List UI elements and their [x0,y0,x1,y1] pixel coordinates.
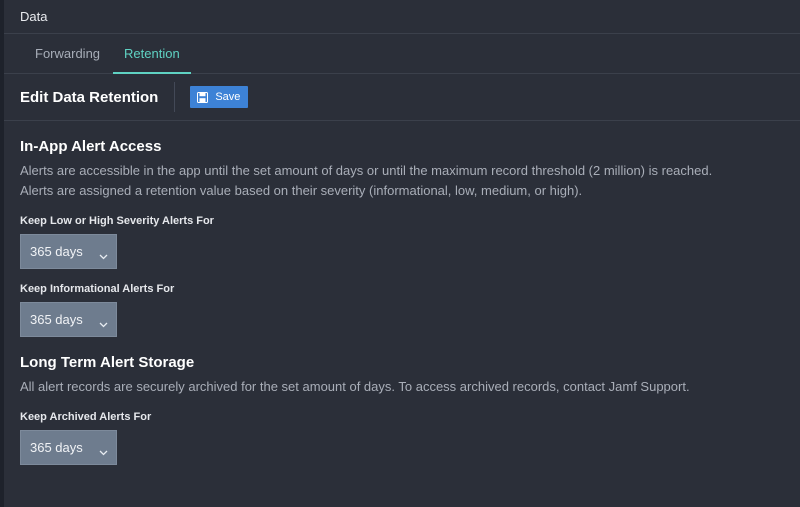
page-title: Data [20,9,48,24]
select-value: 365 days [30,244,83,259]
tab-label: Retention [124,46,180,61]
chevron-down-icon [99,248,108,263]
toolbar-title: Edit Data Retention [20,88,159,106]
select-value: 365 days [30,312,83,327]
long-term-description: All alert records are securely archived … [20,379,690,394]
save-button-label: Save [215,91,241,103]
in-app-section-title: In-App Alert Access [20,138,162,155]
page-header: Data [4,0,800,34]
select-value: 365 days [30,440,83,455]
severity-retention-select[interactable]: 365 days [20,234,117,269]
toolbar: Edit Data Retention Save [4,74,800,121]
long-term-section-title: Long Term Alert Storage [20,354,195,371]
tab-label: Forwarding [35,46,101,61]
informational-retention-select[interactable]: 365 days [20,302,117,337]
retention-settings: In-App Alert Access Alerts are accessibl… [4,121,800,465]
chevron-down-icon [99,444,108,459]
data-panel: Data Forwarding Retention Edit Data Rete… [4,0,800,507]
in-app-description-2: Alerts are assigned a retention value ba… [20,183,583,198]
save-button[interactable]: Save [190,86,249,108]
tab-retention[interactable]: Retention [113,34,191,74]
archived-retention-label: Keep Archived Alerts For [20,411,152,423]
informational-retention-label: Keep Informational Alerts For [20,283,175,295]
tab-forwarding[interactable]: Forwarding [24,34,111,73]
tab-bar: Forwarding Retention [4,34,800,74]
in-app-description-1: Alerts are accessible in the app until t… [20,163,713,178]
archived-retention-select[interactable]: 365 days [20,430,117,465]
severity-retention-label: Keep Low or High Severity Alerts For [20,215,214,227]
chevron-down-icon [99,316,108,331]
floppy-disk-icon [197,91,209,103]
toolbar-divider [174,82,176,112]
